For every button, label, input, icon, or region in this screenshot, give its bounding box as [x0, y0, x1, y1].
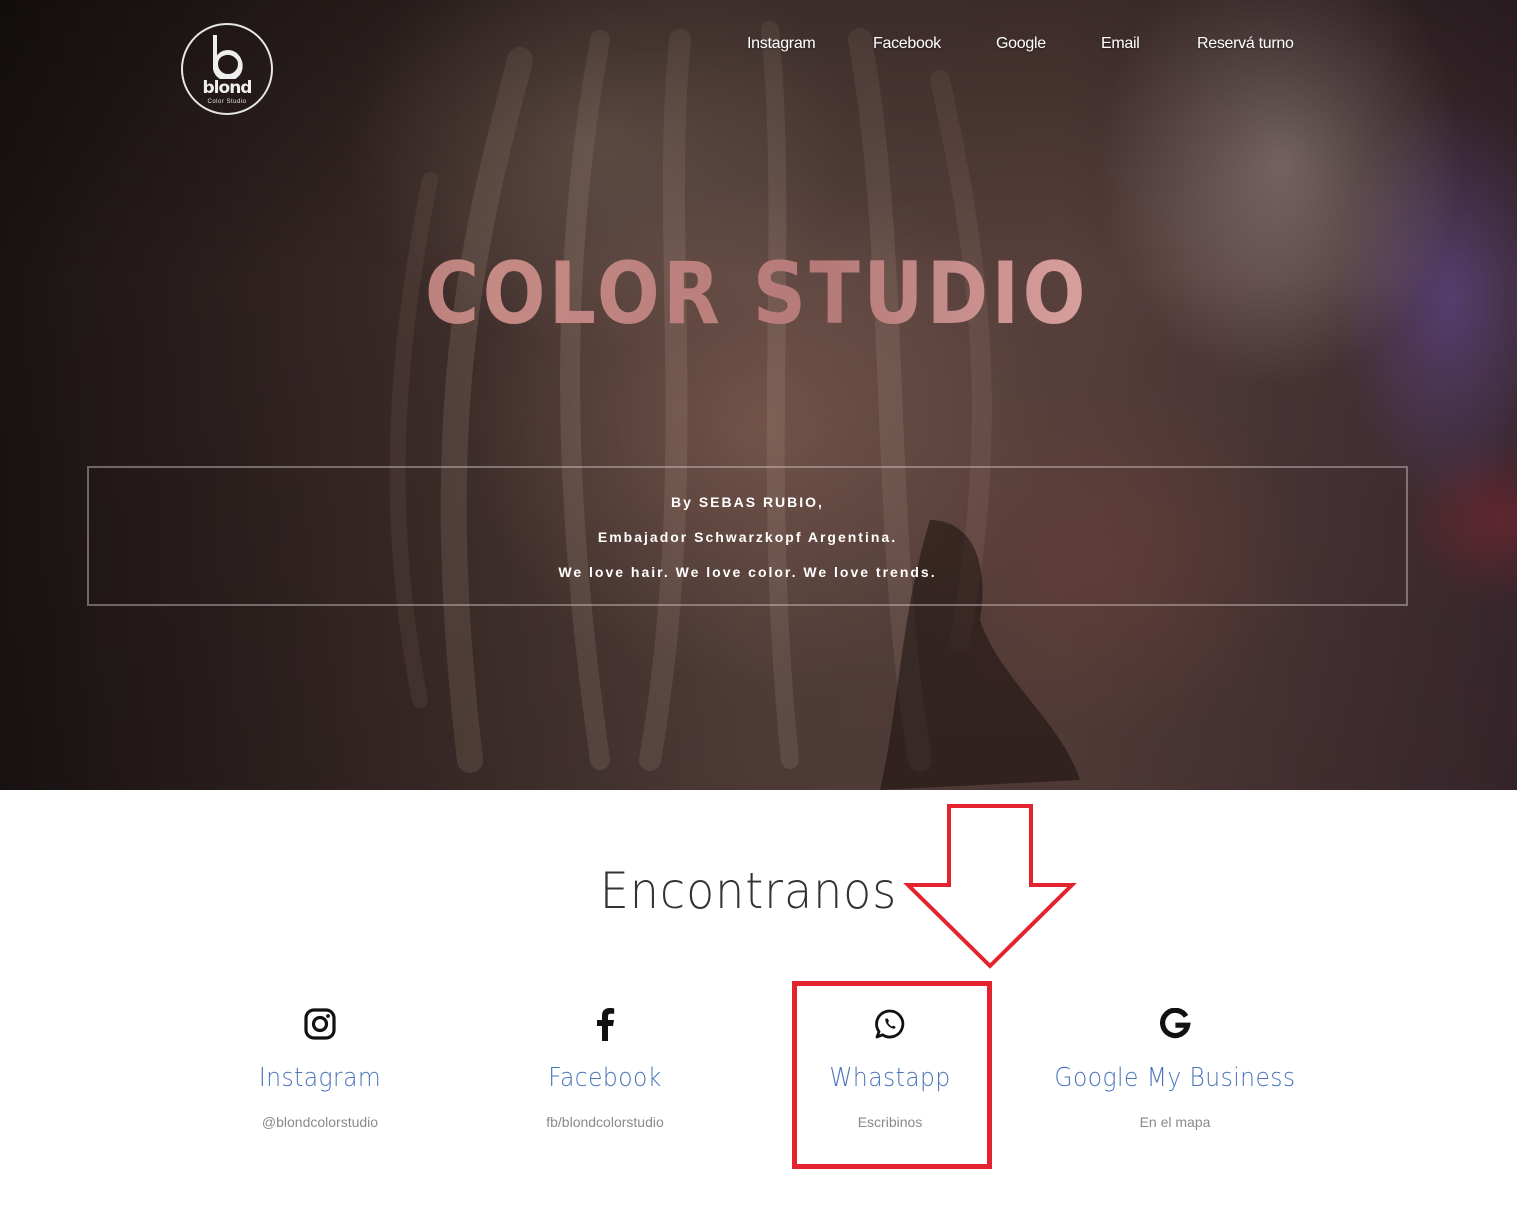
logo-wordmark: blond — [202, 78, 253, 98]
hero-overlay — [0, 0, 1517, 790]
tagline-line-1: By SEBAS RUBIO, — [671, 494, 824, 510]
whatsapp-icon — [870, 1004, 910, 1044]
nav-link-email[interactable]: Email — [1101, 33, 1140, 55]
facebook-icon — [585, 1004, 625, 1044]
find-us-title: Encontranos — [599, 862, 898, 920]
brand-logo[interactable]: blond Color Studio — [181, 23, 273, 115]
nav-link-book-appointment[interactable]: Reservá turno — [1197, 33, 1294, 55]
find-card-whatsapp[interactable]: Whastapp Escribinos — [745, 1000, 1035, 1150]
tagline-line-2: Embajador Schwarzkopf Argentina. — [597, 529, 898, 545]
find-card-google[interactable]: Google My Business En el mapa — [1030, 1000, 1320, 1150]
find-card-instagram[interactable]: Instagram @blondcolorstudio — [175, 1000, 465, 1150]
tagline-box: By SEBAS RUBIO, Embajador Schwarzkopf Ar… — [87, 466, 1408, 606]
find-card-whatsapp-sub: Escribinos — [857, 1114, 923, 1130]
nav-link-google[interactable]: Google — [996, 33, 1046, 55]
tagline-line-3: We love hair. We love color. We love tre… — [558, 564, 937, 580]
google-icon — [1155, 1004, 1195, 1044]
logo-b-mark — [213, 35, 243, 79]
find-card-facebook-sub: fb/blondcolorstudio — [546, 1114, 664, 1130]
hero-title: COLOR STUDIO — [105, 246, 1410, 342]
hero-section: blond Color Studio Instagram Facebook Go… — [0, 0, 1517, 790]
logo-subtitle: Color Studio — [207, 99, 247, 105]
find-card-instagram-name: Instagram — [258, 1063, 382, 1093]
find-card-instagram-sub: @blondcolorstudio — [261, 1114, 379, 1130]
instagram-icon — [300, 1004, 340, 1044]
nav-link-instagram[interactable]: Instagram — [747, 33, 816, 55]
nav-link-facebook[interactable]: Facebook — [873, 33, 941, 55]
find-card-google-name: Google My Business — [1054, 1063, 1296, 1093]
find-card-google-sub: En el mapa — [1139, 1114, 1211, 1130]
find-card-facebook-name: Facebook — [548, 1063, 662, 1093]
find-card-whatsapp-name: Whastapp — [829, 1063, 951, 1093]
find-card-facebook[interactable]: Facebook fb/blondcolorstudio — [460, 1000, 750, 1150]
